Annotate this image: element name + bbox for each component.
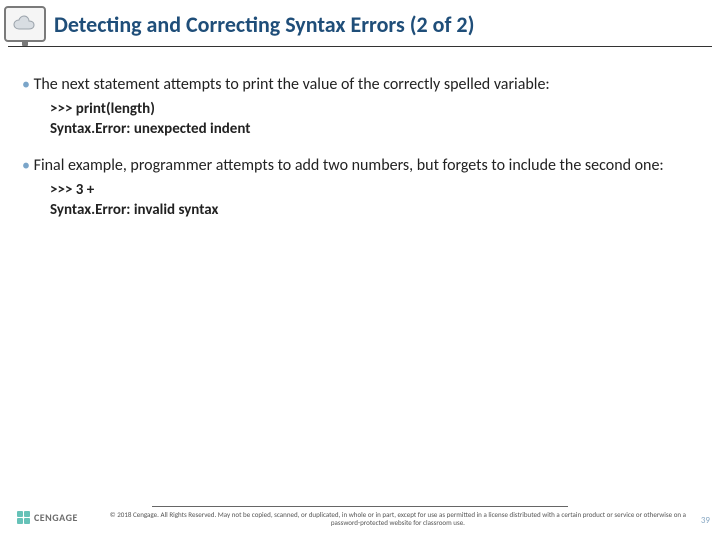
code-line: >>> print(length) [50, 99, 698, 119]
footer-divider [152, 506, 568, 507]
copyright-text: © 2018 Cengage. All Rights Reserved. May… [88, 511, 708, 529]
slide-title: Detecting and Correcting Syntax Errors (… [54, 11, 474, 38]
code-block-2: >>> 3 + Syntax.Error: invalid syntax [22, 180, 698, 221]
code-line: Syntax.Error: invalid syntax [50, 200, 698, 220]
code-block-1: >>> print(length) Syntax.Error: unexpect… [22, 99, 698, 140]
slide-header: Detecting and Correcting Syntax Errors (… [0, 0, 720, 44]
cengage-logo: CENGAGE [12, 511, 78, 525]
slide-content: The next statement attempts to print the… [0, 47, 720, 220]
code-line: Syntax.Error: unexpected indent [50, 119, 698, 139]
cloud-icon [4, 6, 46, 42]
slide-footer: CENGAGE © 2018 Cengage. All Rights Reser… [0, 506, 720, 529]
bullet-2: Final example, programmer attempts to ad… [22, 156, 698, 176]
logo-text: CENGAGE [34, 511, 78, 524]
footer-row: CENGAGE © 2018 Cengage. All Rights Reser… [12, 511, 708, 529]
code-line: >>> 3 + [50, 180, 698, 200]
bullet-1: The next statement attempts to print the… [22, 75, 698, 95]
page-number: 39 [701, 515, 710, 526]
logo-mark-icon [16, 511, 30, 525]
